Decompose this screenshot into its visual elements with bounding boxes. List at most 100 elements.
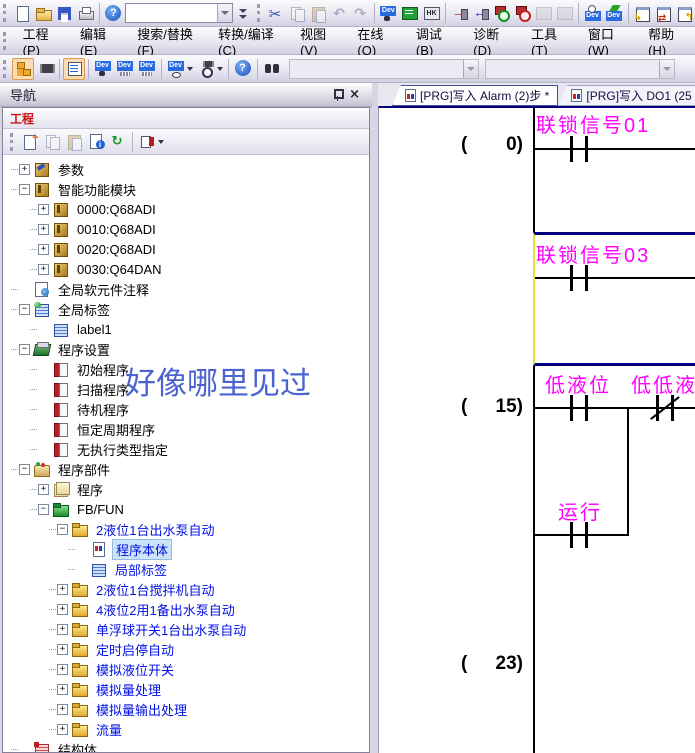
tree-item-19[interactable]: 程序本体 <box>3 539 369 559</box>
pin-icon[interactable] <box>332 88 343 101</box>
property-button[interactable] <box>85 131 107 153</box>
collapse-icon[interactable]: − <box>38 504 49 515</box>
sort-icon <box>139 133 156 150</box>
tree-item-24[interactable]: +定时启停自动 <box>3 639 369 659</box>
expand-icon[interactable]: + <box>38 244 49 255</box>
paste-icon <box>66 133 83 150</box>
collapse-icon[interactable]: − <box>19 184 30 195</box>
new-item-button[interactable] <box>19 131 41 153</box>
pbody-icon <box>91 542 107 556</box>
expand-icon[interactable]: + <box>57 704 68 715</box>
expand-icon[interactable]: + <box>57 584 68 595</box>
tree-item-11[interactable]: 扫描程序 <box>3 379 369 399</box>
tree-item-10[interactable]: 初始程序 <box>3 359 369 379</box>
sort-button[interactable] <box>136 131 166 153</box>
tree-item-14[interactable]: 无执行类型指定 <box>3 439 369 459</box>
tree-item-1[interactable]: −智能功能模块 <box>3 179 369 199</box>
tree-guide <box>30 329 37 330</box>
tree-guide <box>30 369 37 370</box>
expand-icon[interactable]: + <box>38 224 49 235</box>
tree-item-2[interactable]: +0000:Q68ADI <box>3 199 369 219</box>
device-batch-button[interactable] <box>136 58 158 80</box>
collapse-icon[interactable]: − <box>19 464 30 475</box>
view-toolbar <box>0 55 695 83</box>
collapse-icon[interactable]: − <box>19 304 30 315</box>
tree-item-label: 待机程序 <box>74 400 132 419</box>
pbook-icon <box>53 422 69 436</box>
device-comment-label: 低低液位 <box>631 369 695 398</box>
tree-item-label: 无执行类型指定 <box>74 440 171 459</box>
no-contact[interactable] <box>568 136 590 162</box>
tree-guide <box>30 449 37 450</box>
collapse-icon[interactable]: − <box>57 524 68 535</box>
collapse-icon[interactable]: − <box>19 344 30 355</box>
view-combo-1 <box>289 59 479 79</box>
close-icon[interactable]: × <box>349 88 360 101</box>
tree-item-17[interactable]: −FB/FUN <box>3 499 369 519</box>
tree-item-8[interactable]: label1 <box>3 319 369 339</box>
help-button[interactable] <box>232 58 254 80</box>
expand-icon[interactable]: + <box>38 484 49 495</box>
expand-icon[interactable]: + <box>57 604 68 615</box>
tree-guide <box>49 669 56 670</box>
device-memory-icon <box>117 60 134 77</box>
device-search-button[interactable] <box>195 58 225 80</box>
tree-item-label: 局部标签 <box>112 560 170 579</box>
refresh-button[interactable] <box>107 131 129 153</box>
tree-item-15[interactable]: −程序部件 <box>3 459 369 479</box>
refresh-icon <box>110 133 127 150</box>
tree-item-12[interactable]: 待机程序 <box>3 399 369 419</box>
expand-icon[interactable]: + <box>57 624 68 635</box>
expand-icon[interactable]: + <box>19 164 30 175</box>
tree-item-13[interactable]: 恒定周期程序 <box>3 419 369 439</box>
expand-icon[interactable]: + <box>57 644 68 655</box>
tree-item-0[interactable]: +参数 <box>3 159 369 179</box>
navigation-window-button[interactable] <box>12 58 34 80</box>
ladder-left-rail <box>533 108 535 753</box>
tree-item-28[interactable]: +流量 <box>3 719 369 739</box>
tree-item-9[interactable]: −程序设置 <box>3 339 369 359</box>
statement-display-button[interactable] <box>63 58 85 80</box>
find-button[interactable] <box>261 58 283 80</box>
tree-item-5[interactable]: +0030:Q64DAN <box>3 259 369 279</box>
tree-item-21[interactable]: +2液位1台搅拌机自动 <box>3 579 369 599</box>
tree-item-20[interactable]: 局部标签 <box>3 559 369 579</box>
tree-guide <box>30 229 37 230</box>
copy-icon <box>44 133 61 150</box>
expand-icon[interactable]: + <box>57 664 68 675</box>
tab-label: [PRG]写入 DO1 (25 <box>586 87 691 104</box>
nc-contact[interactable] <box>654 395 676 421</box>
tree-item-22[interactable]: +4液位2用1备出水泵自动 <box>3 599 369 619</box>
expand-icon[interactable]: + <box>38 204 49 215</box>
tree-guide <box>49 689 56 690</box>
folder-icon <box>72 702 88 716</box>
rung-wire <box>535 277 695 279</box>
editor-tab-0[interactable]: [PRG]写入 Alarm (2)步 * <box>392 85 558 106</box>
tree-item-4[interactable]: +0020:Q68ADI <box>3 239 369 259</box>
tree-item-23[interactable]: +单浮球开关1台出水泵自动 <box>3 619 369 639</box>
no-contact[interactable] <box>568 395 590 421</box>
expand-icon[interactable]: + <box>57 684 68 695</box>
editor-tab-1[interactable]: [PRG]写入 DO1 (25 <box>558 85 695 106</box>
comment-display-button[interactable] <box>165 58 195 80</box>
folder-icon <box>72 602 88 616</box>
tree-item-25[interactable]: +模拟液位开关 <box>3 659 369 679</box>
tree-guide <box>49 609 56 610</box>
tree-item-3[interactable]: +0010:Q68ADI <box>3 219 369 239</box>
struct-icon <box>34 742 50 752</box>
tree-item-18[interactable]: −2液位1台出水泵自动 <box>3 519 369 539</box>
tree-item-16[interactable]: +程序 <box>3 479 369 499</box>
fbfolder-icon <box>53 502 69 516</box>
tree-item-29[interactable]: 结构体 <box>3 739 369 752</box>
device-comment-display-button[interactable] <box>92 58 114 80</box>
expand-icon[interactable]: + <box>57 724 68 735</box>
no-contact[interactable] <box>568 265 590 291</box>
tree-item-26[interactable]: +模拟量处理 <box>3 679 369 699</box>
tree-item-6[interactable]: 全局软元件注释 <box>3 279 369 299</box>
tree-item-27[interactable]: +模拟量输出处理 <box>3 699 369 719</box>
tree-item-7[interactable]: −全局标签 <box>3 299 369 319</box>
no-contact[interactable] <box>568 522 590 548</box>
expand-icon[interactable]: + <box>38 264 49 275</box>
device-memory-button[interactable] <box>114 58 136 80</box>
module-configuration-button[interactable] <box>34 58 56 80</box>
